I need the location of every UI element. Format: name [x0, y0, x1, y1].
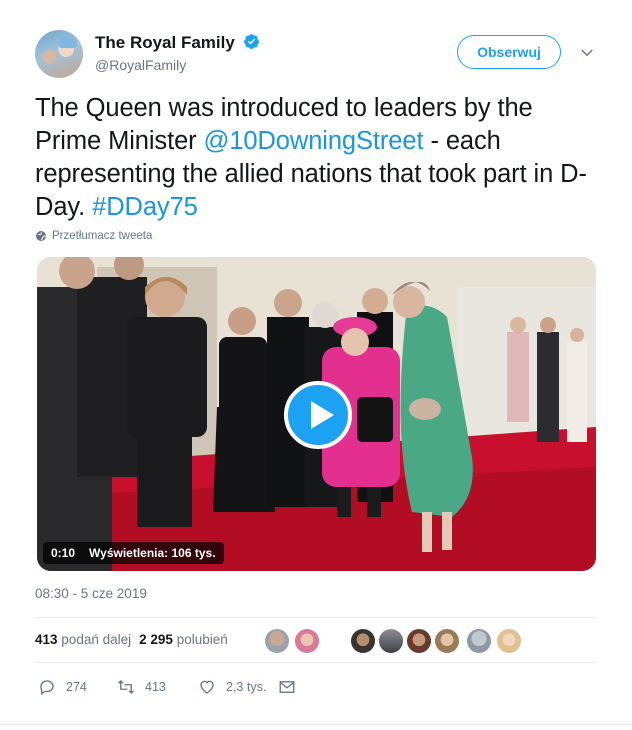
- liker-avatar[interactable]: [264, 628, 290, 654]
- tweet-card: The Royal Family @RoyalFamily Obserwuj T…: [0, 0, 632, 730]
- retweet-icon: [118, 680, 134, 694]
- reply-count: 274: [66, 680, 87, 694]
- chevron-down-icon[interactable]: [578, 44, 596, 62]
- video-duration: 0:10: [51, 546, 76, 560]
- heart-icon: [200, 680, 214, 694]
- video-info-overlay: 0:10 Wyświetlenia: 106 tys.: [43, 542, 224, 564]
- divider: [0, 724, 632, 725]
- account-name[interactable]: The Royal Family: [95, 33, 235, 53]
- divider: [35, 662, 596, 663]
- envelope-icon: [279, 681, 295, 693]
- globe-icon: [36, 231, 46, 241]
- tweet-stats: 413 podań dalej 2 295 polubień: [35, 632, 228, 647]
- video-views: Wyświetlenia: 106 tys.: [89, 546, 216, 560]
- reply-icon: [40, 680, 54, 696]
- liker-avatar[interactable]: [466, 628, 492, 654]
- translate-tweet-link[interactable]: Przetłumacz tweeta: [35, 230, 152, 242]
- retweets-label: podań dalej: [61, 632, 132, 647]
- video-player[interactable]: 0:10 Wyświetlenia: 106 tys.: [37, 257, 596, 571]
- follow-button[interactable]: Obserwuj: [457, 35, 561, 69]
- reply-button[interactable]: 274: [38, 678, 87, 696]
- liker-avatar[interactable]: [350, 628, 376, 654]
- verified-badge-icon: [244, 34, 259, 49]
- translate-label: Przetłumacz tweeta: [52, 230, 153, 242]
- divider: [35, 617, 596, 618]
- liker-avatar[interactable]: [294, 628, 320, 654]
- liker-avatar[interactable]: [434, 628, 460, 654]
- retweets-count: 413: [35, 632, 58, 647]
- mention-link[interactable]: @10DowningStreet: [204, 127, 424, 155]
- likes-stat[interactable]: 2 295 polubień: [139, 632, 228, 647]
- like-button[interactable]: 2,3 tys.: [198, 678, 266, 696]
- likes-count: 2 295: [139, 632, 173, 647]
- account-handle[interactable]: @RoyalFamily: [95, 57, 186, 73]
- tweet-text: The Queen was introduced to leaders by t…: [35, 92, 600, 224]
- retweet-count: 413: [145, 680, 166, 694]
- liker-avatar[interactable]: [496, 628, 522, 654]
- hashtag-link[interactable]: #DDay75: [92, 193, 198, 221]
- direct-message-button[interactable]: [278, 678, 296, 696]
- likes-label: polubień: [176, 632, 228, 647]
- liker-avatar[interactable]: [378, 628, 404, 654]
- like-count: 2,3 tys.: [226, 680, 267, 694]
- retweets-stat[interactable]: 413 podań dalej: [35, 632, 131, 647]
- liker-avatar[interactable]: [406, 628, 432, 654]
- play-icon[interactable]: [284, 381, 352, 449]
- tweet-timestamp[interactable]: 08:30 - 5 cze 2019: [35, 586, 147, 601]
- retweet-button[interactable]: 413: [117, 678, 166, 696]
- account-avatar[interactable]: [35, 30, 83, 78]
